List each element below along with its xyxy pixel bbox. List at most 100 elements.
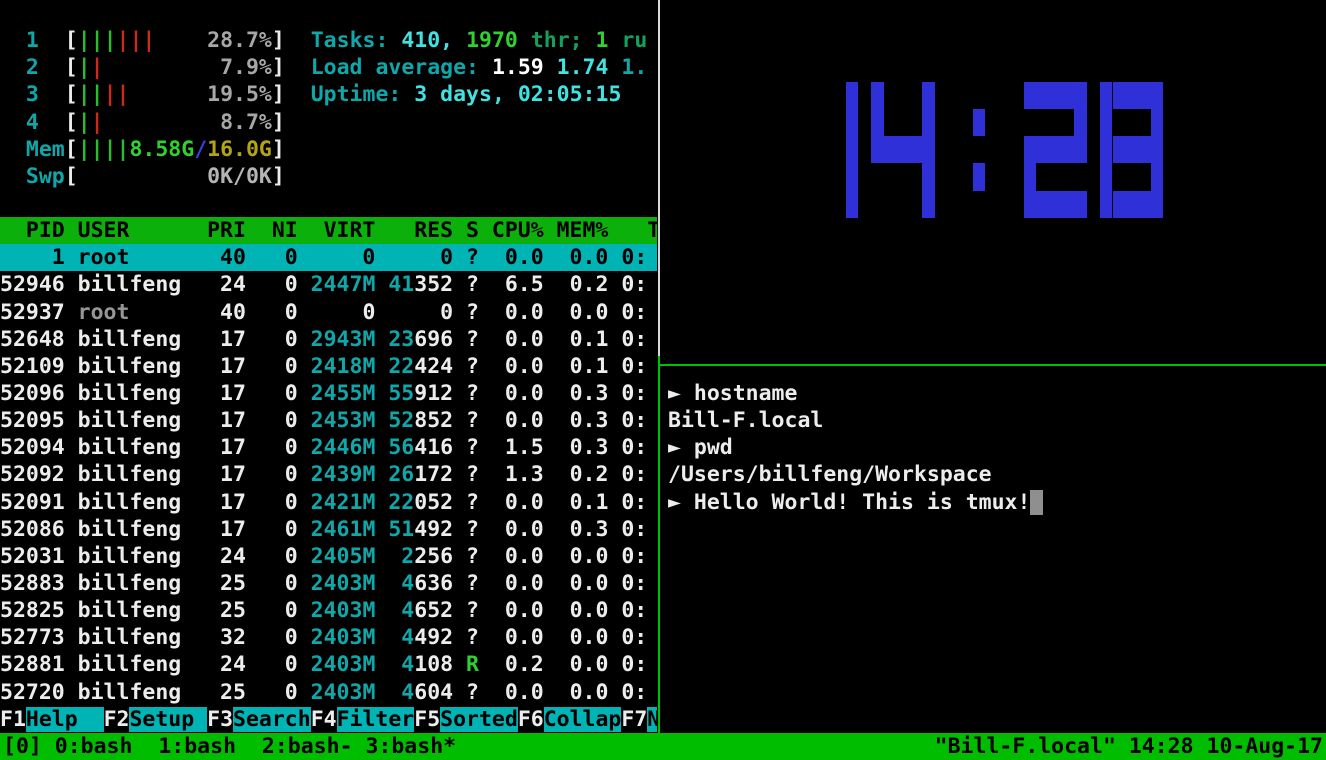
clock-cell — [1125, 191, 1138, 218]
clock-cell — [1062, 136, 1075, 163]
clock-cell — [897, 136, 910, 163]
process-row-pid-52086[interactable]: 52086 billfeng 17 0 2461M 51492 ? 0.0 0.… — [0, 516, 657, 543]
window-0-bash[interactable]: 0:bash — [55, 734, 159, 759]
cpu2-percent: 7.9% — [220, 55, 272, 80]
window-3-bash-current[interactable]: 3:bash* — [365, 734, 456, 759]
clock-cell — [1024, 163, 1037, 190]
load-1min: 1.59 — [492, 55, 544, 80]
load-5min: 1.74 — [557, 55, 609, 80]
tmux-terminal-screen: 1 [|||||| 28.7%] Tasks: 410, 1970 thr; 1… — [0, 0, 1326, 760]
fkey-f5-label[interactable]: Sorted — [440, 707, 518, 732]
process-row-pid-52095[interactable]: 52095 billfeng 17 0 2453M 52852 ? 0.0 0.… — [0, 407, 657, 434]
window-list: [0] 0:bash 1:bash 2:bash- 3:bash* — [3, 733, 456, 760]
blank-row — [0, 190, 657, 217]
process-row-pid-52109[interactable]: 52109 billfeng 17 0 2418M 22424 ? 0.0 0.… — [0, 353, 657, 380]
clock-cell — [1036, 136, 1049, 163]
fkey-bar: F1Help F2Setup F3SearchF4FilterF5SortedF… — [0, 706, 657, 733]
pane-border-vertical-inactive[interactable] — [658, 0, 660, 356]
process-row-pid-52094[interactable]: 52094 billfeng 17 0 2446M 56416 ? 1.5 0.… — [0, 434, 657, 461]
clock-cell — [1074, 82, 1087, 109]
column-header-row[interactable]: PID USER PRI NI VIRT RES S CPU% MEM% T — [0, 217, 657, 244]
window-1-bash[interactable]: 1:bash — [158, 734, 262, 759]
process-row-pid-52096[interactable]: 52096 billfeng 17 0 2455M 55912 ? 0.0 0.… — [0, 380, 657, 407]
fkey-f2-label[interactable]: Setup — [129, 707, 207, 732]
shell-output-hostname: Bill-F.local — [668, 407, 1043, 434]
fkey-f3[interactable]: F3 — [207, 707, 233, 732]
clock-pane[interactable] — [662, 0, 1326, 364]
clock-cell — [1074, 109, 1087, 136]
fkey-f6[interactable]: F6 — [518, 707, 544, 732]
cpu3-percent: 19.5% — [207, 82, 272, 107]
clock-cell — [1036, 191, 1049, 218]
shell-lines: ► hostnameBill-F.local► pwd/Users/billfe… — [668, 380, 1043, 516]
shell-command-pwd: ► pwd — [668, 434, 1043, 461]
fkey-f2[interactable]: F2 — [104, 707, 130, 732]
clock-cell — [1100, 136, 1113, 163]
cpu1-percent: 28.7% — [207, 28, 272, 53]
session-indicator: [0] — [3, 734, 55, 759]
fkey-f1-label[interactable]: Help — [26, 707, 104, 732]
clock-cell — [1138, 82, 1151, 109]
clock-cell — [871, 136, 884, 163]
process-row-pid-52720[interactable]: 52720 billfeng 25 0 2403M 4604 ? 0.0 0.0… — [0, 679, 657, 706]
fkey-f4-label[interactable]: Filter — [337, 707, 415, 732]
clock-cell — [922, 163, 935, 190]
fkey-f3-label[interactable]: Search — [233, 707, 311, 732]
clock-cell — [1125, 136, 1138, 163]
clock-cell — [1151, 109, 1164, 136]
clock-cell — [1062, 191, 1075, 218]
clock-cell — [1100, 109, 1113, 136]
shell-pane[interactable]: ► hostnameBill-F.local► pwd/Users/billfe… — [662, 368, 1326, 733]
process-row-pid-52092[interactable]: 52092 billfeng 17 0 2439M 26172 ? 1.3 0.… — [0, 461, 657, 488]
tmux-status-bar: [0] 0:bash 1:bash 2:bash- 3:bash* "Bill-… — [0, 733, 1326, 760]
cpu4-meter: 4 [|| 8.7%] — [0, 109, 657, 136]
process-row-pid-52648[interactable]: 52648 billfeng 17 0 2943M 23696 ? 0.0 0.… — [0, 326, 657, 353]
clock-cell — [1062, 82, 1075, 109]
process-row-pid-52881[interactable]: 52881 billfeng 24 0 2403M 4108 R 0.2 0.0… — [0, 651, 657, 678]
htop-rows: 1 [|||||| 28.7%] Tasks: 410, 1970 thr; 1… — [0, 0, 657, 733]
fkey-f7[interactable]: F7 — [621, 707, 647, 732]
clock-cell — [922, 136, 935, 163]
clock-cell — [909, 136, 922, 163]
cpu3-meter: 3 [|||| 19.5%] Uptime: 3 days, 02:05:15 — [0, 81, 657, 108]
clock-cell — [1113, 191, 1126, 218]
clock-cell — [1125, 82, 1138, 109]
clock-cell — [1151, 163, 1164, 190]
fkey-f5[interactable]: F5 — [414, 707, 440, 732]
clock-cell — [846, 109, 859, 136]
window-2-bash-last[interactable]: 2:bash- — [262, 734, 366, 759]
mem-used: 8.58G — [129, 137, 194, 162]
pane-border-horizontal-active[interactable] — [660, 364, 1326, 366]
process-row-pid-52091[interactable]: 52091 billfeng 17 0 2421M 22052 ? 0.0 0.… — [0, 489, 657, 516]
clock-cell — [1100, 163, 1113, 190]
process-row-pid-52946[interactable]: 52946 billfeng 24 0 2447M 41352 ? 6.5 0.… — [0, 271, 657, 298]
process-row-pid-52773[interactable]: 52773 billfeng 32 0 2403M 4492 ? 0.0 0.0… — [0, 624, 657, 651]
cpu3-label: 3 — [26, 82, 39, 107]
process-row-pid-52031[interactable]: 52031 billfeng 24 0 2405M 2256 ? 0.0 0.0… — [0, 543, 657, 570]
cpu2-label: 2 — [26, 55, 39, 80]
fkey-f1[interactable]: F1 — [0, 707, 26, 732]
clock-cell — [1024, 136, 1037, 163]
process-row-pid-52883[interactable]: 52883 billfeng 25 0 2403M 4636 ? 0.0 0.0… — [0, 570, 657, 597]
fkey-f6-label[interactable]: Collap — [544, 707, 622, 732]
state-running: R — [466, 652, 479, 677]
pane-border-vertical-active[interactable] — [658, 356, 660, 733]
clock-cell — [973, 109, 986, 136]
clock-cell — [846, 136, 859, 163]
fkey-f4[interactable]: F4 — [311, 707, 337, 732]
status-right-host-time: "Bill-F.local" 14:28 10-Aug-17 — [935, 733, 1323, 760]
fkey-f7-label[interactable]: N — [647, 707, 657, 732]
clock-cell — [1074, 136, 1087, 163]
htop-pane[interactable]: 1 [|||||| 28.7%] Tasks: 410, 1970 thr; 1… — [0, 0, 657, 733]
process-row-pid-1[interactable]: 1 root 40 0 0 0 ? 0.0 0.0 0: — [0, 244, 657, 271]
clock-cell — [1151, 136, 1164, 163]
process-row-pid-52937[interactable]: 52937 root 40 0 0 0 ? 0.0 0.0 0: — [0, 299, 657, 326]
cpu1-meter: 1 [|||||| 28.7%] Tasks: 410, 1970 thr; 1… — [0, 27, 657, 54]
clock-cell — [884, 136, 897, 163]
cpu4-percent: 8.7% — [220, 110, 272, 135]
clock-cell — [922, 82, 935, 109]
clock-cell — [922, 109, 935, 136]
clock-cell — [1100, 82, 1113, 109]
clock-cell — [1113, 82, 1126, 109]
process-row-pid-52825[interactable]: 52825 billfeng 25 0 2403M 4652 ? 0.0 0.0… — [0, 597, 657, 624]
